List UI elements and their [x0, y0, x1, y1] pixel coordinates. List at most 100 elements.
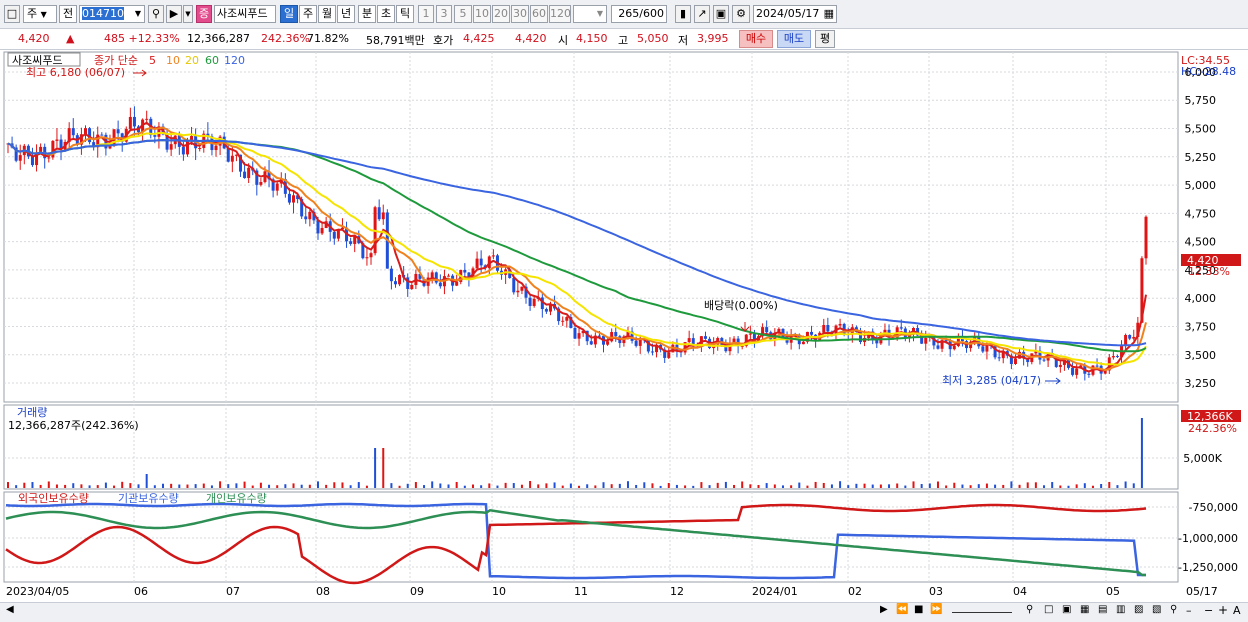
candle-body: [214, 145, 218, 151]
volume-bar: [904, 485, 907, 488]
candle-body: [145, 118, 149, 120]
candle-body: [332, 231, 336, 239]
zoom-slider[interactable]: [952, 612, 1012, 613]
tool-icon[interactable]: ▧: [1152, 604, 1161, 615]
volume-bar: [1010, 481, 1013, 488]
candle-body: [589, 341, 593, 345]
plus-icon[interactable]: +: [1218, 603, 1228, 617]
volume-bar: [276, 485, 279, 488]
window-icon[interactable]: ▣: [1062, 604, 1071, 615]
hc-label: HC:-28.48: [1181, 65, 1236, 78]
tool-icon[interactable]: ▤: [1098, 604, 1107, 615]
volume-bar: [896, 483, 899, 488]
chart-grid: [3, 51, 1179, 583]
candle-body: [349, 241, 353, 244]
minus-icon[interactable]: –: [1186, 604, 1192, 617]
stop-icon[interactable]: ■: [914, 604, 923, 615]
x-tick-label: 11: [574, 585, 588, 598]
candle-body: [55, 139, 59, 141]
search-icon[interactable]: ⚲: [1170, 604, 1177, 615]
volume-bar: [830, 484, 833, 488]
tool-icon[interactable]: ▥: [1116, 604, 1125, 615]
candle-body: [226, 148, 230, 162]
volume-bar: [284, 484, 287, 488]
candle-body: [520, 286, 524, 291]
tool-icon[interactable]: ▦: [1080, 604, 1089, 615]
y-tick-label: 4,500: [1185, 236, 1217, 249]
candle-body: [1132, 336, 1136, 339]
candle-body: [169, 144, 173, 150]
volume-bar: [39, 484, 42, 488]
x-tick-label: 02: [848, 585, 862, 598]
volume-bar: [129, 483, 132, 488]
candle-body: [985, 344, 989, 352]
holdings-legend-label: 기관보유수량: [118, 492, 179, 505]
y-tick-label: 4,750: [1185, 207, 1217, 220]
legend-period-label: 10: [166, 54, 180, 67]
zoom-icon[interactable]: ⚲: [1026, 604, 1033, 615]
y-tick-label: 3,750: [1185, 320, 1217, 333]
volume-bar: [235, 483, 238, 488]
volume-bar: [977, 484, 980, 488]
x-tick-label: 06: [134, 585, 148, 598]
y-tick-label: 5,750: [1185, 94, 1217, 107]
volume-bar: [210, 485, 213, 488]
chart-canvas[interactable]: 6,0005,7505,5005,2505,0004,7504,5004,250…: [0, 0, 1248, 621]
candle-body: [565, 317, 569, 321]
x-tick-label: 04: [1013, 585, 1027, 598]
x-tick-label: 2023/04/05: [6, 585, 69, 598]
volume-bar: [945, 485, 948, 488]
candle-body: [748, 333, 752, 335]
volume-bar: [251, 485, 254, 488]
tool-icon[interactable]: ▨: [1134, 604, 1143, 615]
play-right-icon[interactable]: ▶: [880, 604, 888, 615]
high-annotation: 최고 6,180 (06/07): [26, 66, 125, 79]
volume-bar: [936, 481, 939, 488]
zoom-out-icon[interactable]: −: [1204, 604, 1213, 617]
candle-body: [275, 183, 279, 191]
window-icon[interactable]: □: [1044, 604, 1053, 615]
volume-bar: [1132, 483, 1135, 488]
candle-body: [1071, 367, 1075, 375]
volume-bar: [333, 482, 336, 488]
volume-bar: [365, 485, 368, 488]
volume-bar: [137, 484, 140, 488]
x-tick-label: 09: [410, 585, 424, 598]
volume-bar: [1083, 483, 1086, 488]
candle-body: [634, 340, 638, 346]
volume-bar: [994, 484, 997, 488]
volume-bar: [985, 483, 988, 488]
volume-bar: [920, 484, 923, 488]
volume-bar: [7, 482, 9, 488]
y-tick-label: 5,250: [1185, 151, 1217, 164]
candle-body: [479, 258, 483, 266]
candle-body: [247, 167, 251, 179]
candle-body: [667, 352, 671, 358]
candle-body: [128, 116, 132, 129]
x-tick-label: 07: [226, 585, 240, 598]
volume-bar: [96, 485, 99, 488]
candle-body: [71, 128, 75, 136]
scroll-bar[interactable]: ◀ ▶ ⏪ ■ ⏩ ⚲ □ ▣ ▦ ▤ ▥ ▨ ▧ ⚲ – − + A: [0, 602, 1248, 622]
candle-body: [650, 351, 654, 353]
fast-forward-icon[interactable]: ⏩: [930, 604, 942, 615]
volume-bar: [1018, 484, 1021, 488]
candle-body: [18, 155, 22, 161]
x-tick-label: 08: [316, 585, 330, 598]
volume-bar: [1075, 484, 1078, 488]
volume-bar: [463, 485, 466, 488]
holdings-legend-label: 외국인보유수량: [18, 492, 89, 505]
volume-bar: [520, 484, 523, 488]
volume-bar: [243, 481, 246, 488]
candle-body: [516, 290, 520, 293]
volume-bar: [47, 481, 50, 488]
font-icon[interactable]: A: [1233, 604, 1241, 617]
scroll-left-icon[interactable]: ◀: [6, 604, 14, 615]
candle-body: [116, 129, 120, 134]
rewind-icon[interactable]: ⏪: [896, 604, 908, 615]
holdings-tick-label: -1,000,000: [1178, 532, 1238, 545]
candle-body: [924, 337, 928, 344]
volume-bar: [1059, 485, 1062, 488]
volume-bar: [561, 485, 564, 488]
low-annotation: 최저 3,285 (04/17): [942, 374, 1041, 387]
